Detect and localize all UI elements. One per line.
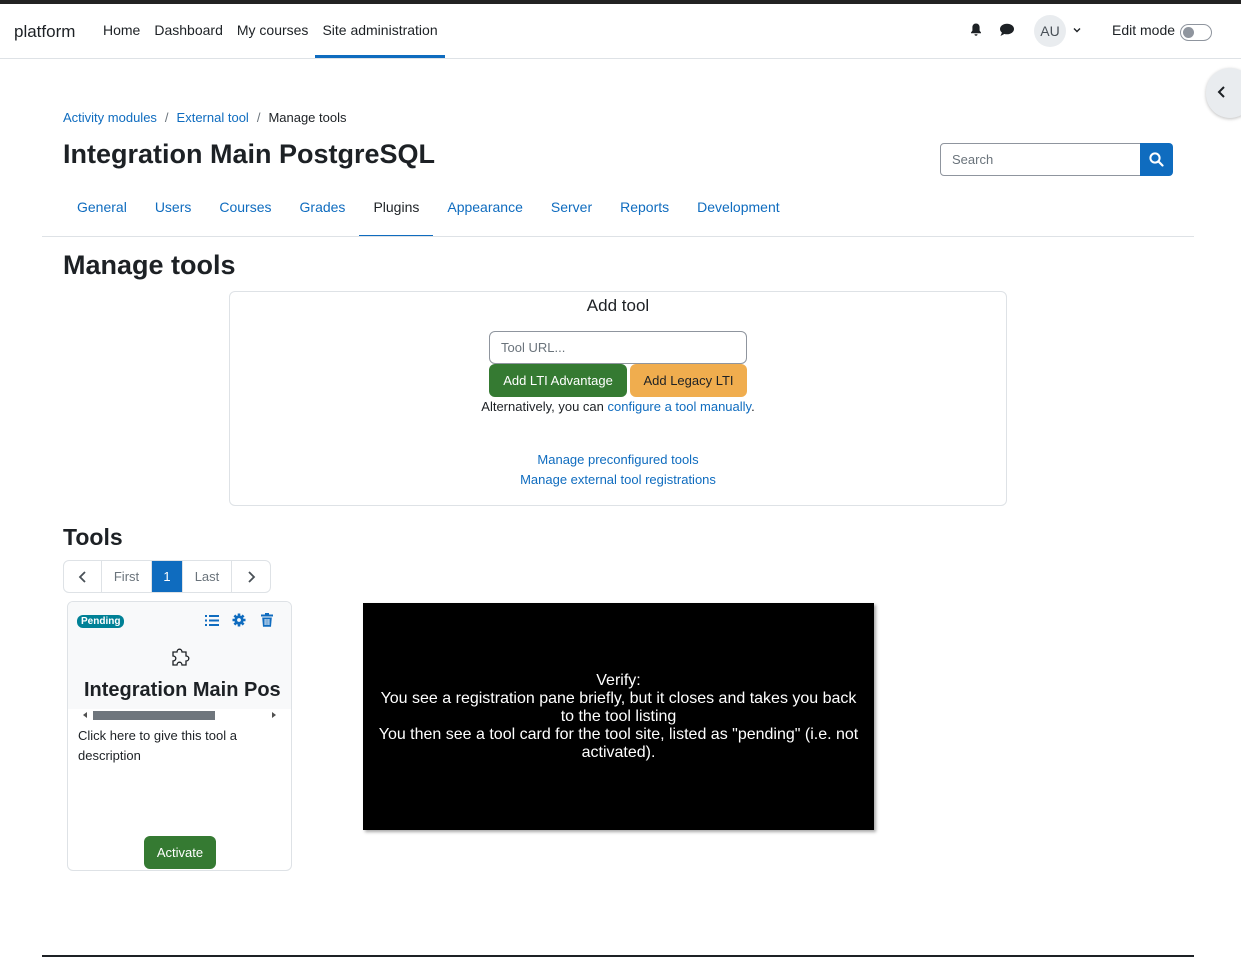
- add-lti-advantage-button[interactable]: Add LTI Advantage: [489, 364, 627, 397]
- top-navbar: platform Home Dashboard My courses Site …: [0, 4, 1241, 59]
- secondary-nav: General Users Courses Grades Plugins App…: [63, 190, 794, 237]
- breadcrumb-activity-modules[interactable]: Activity modules: [63, 110, 157, 125]
- pagination: First 1 Last: [63, 560, 271, 593]
- bell-icon[interactable]: [970, 23, 982, 37]
- horizontal-scrollbar[interactable]: [68, 709, 291, 721]
- verification-line: Verify:: [596, 671, 641, 689]
- admin-search: [940, 143, 1173, 176]
- tab-reports[interactable]: Reports: [606, 190, 683, 237]
- pagination-first[interactable]: First: [102, 561, 152, 592]
- edit-mode-toggle[interactable]: [1180, 24, 1212, 41]
- scroll-right-arrow[interactable]: [272, 712, 276, 718]
- puzzle-icon: [172, 648, 190, 666]
- tab-server[interactable]: Server: [537, 190, 606, 237]
- manage-preconfigured-tools-link[interactable]: Manage preconfigured tools: [537, 452, 698, 467]
- tab-courses[interactable]: Courses: [205, 190, 285, 237]
- trash-icon[interactable]: [261, 613, 273, 627]
- chevron-left-icon: [78, 571, 86, 583]
- alternative-suffix: .: [751, 399, 755, 414]
- tab-users[interactable]: Users: [141, 190, 206, 237]
- scrollbar-thumb[interactable]: [93, 711, 215, 720]
- tab-grades[interactable]: Grades: [286, 190, 360, 237]
- pagination-next[interactable]: [232, 561, 270, 592]
- chevron-left-icon: [1217, 86, 1225, 98]
- edit-mode-label: Edit mode: [1112, 22, 1176, 38]
- nav-dashboard[interactable]: Dashboard: [147, 4, 230, 58]
- add-legacy-lti-button[interactable]: Add Legacy LTI: [630, 364, 747, 397]
- pagination-page-current[interactable]: 1: [152, 561, 183, 592]
- registrations-link-row: Manage external tool registrations: [230, 472, 1006, 487]
- block-drawer-toggle[interactable]: [1206, 68, 1241, 118]
- breadcrumb: Activity modules / External tool / Manag…: [63, 110, 347, 125]
- search-icon: [1149, 152, 1164, 167]
- pagination-last[interactable]: Last: [183, 561, 232, 592]
- tab-general[interactable]: General: [63, 190, 141, 237]
- add-tool-card: Add tool Add LTI Advantage Add Legacy LT…: [229, 291, 1007, 506]
- add-tool-title: Add tool: [586, 296, 650, 315]
- manage-tools-heading: Manage tools: [63, 250, 236, 280]
- breadcrumb-separator: /: [164, 110, 169, 125]
- breadcrumb-current: Manage tools: [268, 110, 347, 125]
- breadcrumb-external-tool[interactable]: External tool: [177, 110, 249, 125]
- secondary-nav-divider: [42, 236, 1194, 237]
- tool-card: Pending Integration Main Pos Click here …: [67, 601, 292, 871]
- chevron-right-icon: [248, 571, 256, 583]
- verification-line: You then see a tool card for the tool si…: [378, 725, 859, 761]
- nav-site-administration[interactable]: Site administration: [315, 4, 445, 58]
- tool-description[interactable]: Click here to give this tool a descripti…: [78, 726, 278, 766]
- scroll-left-arrow[interactable]: [83, 712, 87, 718]
- search-input[interactable]: [940, 143, 1141, 176]
- tab-development[interactable]: Development: [683, 190, 794, 237]
- search-button[interactable]: [1140, 143, 1173, 176]
- alternative-prefix: Alternatively, you can: [481, 399, 608, 414]
- tab-appearance[interactable]: Appearance: [433, 190, 537, 237]
- page-title: Integration Main PostgreSQL: [63, 139, 436, 169]
- verification-overlay: Verify: You see a registration pane brie…: [363, 603, 874, 830]
- manage-registrations-link[interactable]: Manage external tool registrations: [520, 472, 716, 487]
- status-badge: Pending: [77, 615, 125, 628]
- tool-card-header: Pending Integration Main Pos: [68, 602, 291, 721]
- preconfigured-link-row: Manage preconfigured tools: [230, 452, 1006, 467]
- chevron-down-icon[interactable]: [1072, 25, 1082, 35]
- verification-text: Verify: You see a registration pane brie…: [377, 672, 860, 762]
- chat-icon[interactable]: [999, 23, 1015, 37]
- configure-manually-link[interactable]: configure a tool manually: [608, 399, 752, 414]
- tool-name: Integration Main Pos: [84, 679, 281, 701]
- activate-button[interactable]: Activate: [144, 836, 216, 869]
- primary-nav: Home Dashboard My courses Site administr…: [96, 4, 445, 58]
- tab-plugins[interactable]: Plugins: [359, 190, 434, 237]
- pagination-previous[interactable]: [64, 561, 102, 592]
- toggle-knob: [1183, 27, 1194, 38]
- site-brand[interactable]: platform: [14, 22, 75, 42]
- verification-line: You see a registration pane briefly, but…: [380, 689, 857, 725]
- gear-icon[interactable]: [232, 613, 246, 627]
- nav-my-courses[interactable]: My courses: [230, 4, 316, 58]
- tools-heading: Tools: [63, 524, 123, 550]
- tool-url-input[interactable]: [489, 331, 747, 364]
- user-avatar[interactable]: AU: [1034, 15, 1066, 47]
- list-icon[interactable]: [205, 614, 219, 627]
- alternative-text: Alternatively, you can configure a tool …: [230, 399, 1006, 414]
- breadcrumb-separator: /: [256, 110, 261, 125]
- nav-home[interactable]: Home: [96, 4, 147, 58]
